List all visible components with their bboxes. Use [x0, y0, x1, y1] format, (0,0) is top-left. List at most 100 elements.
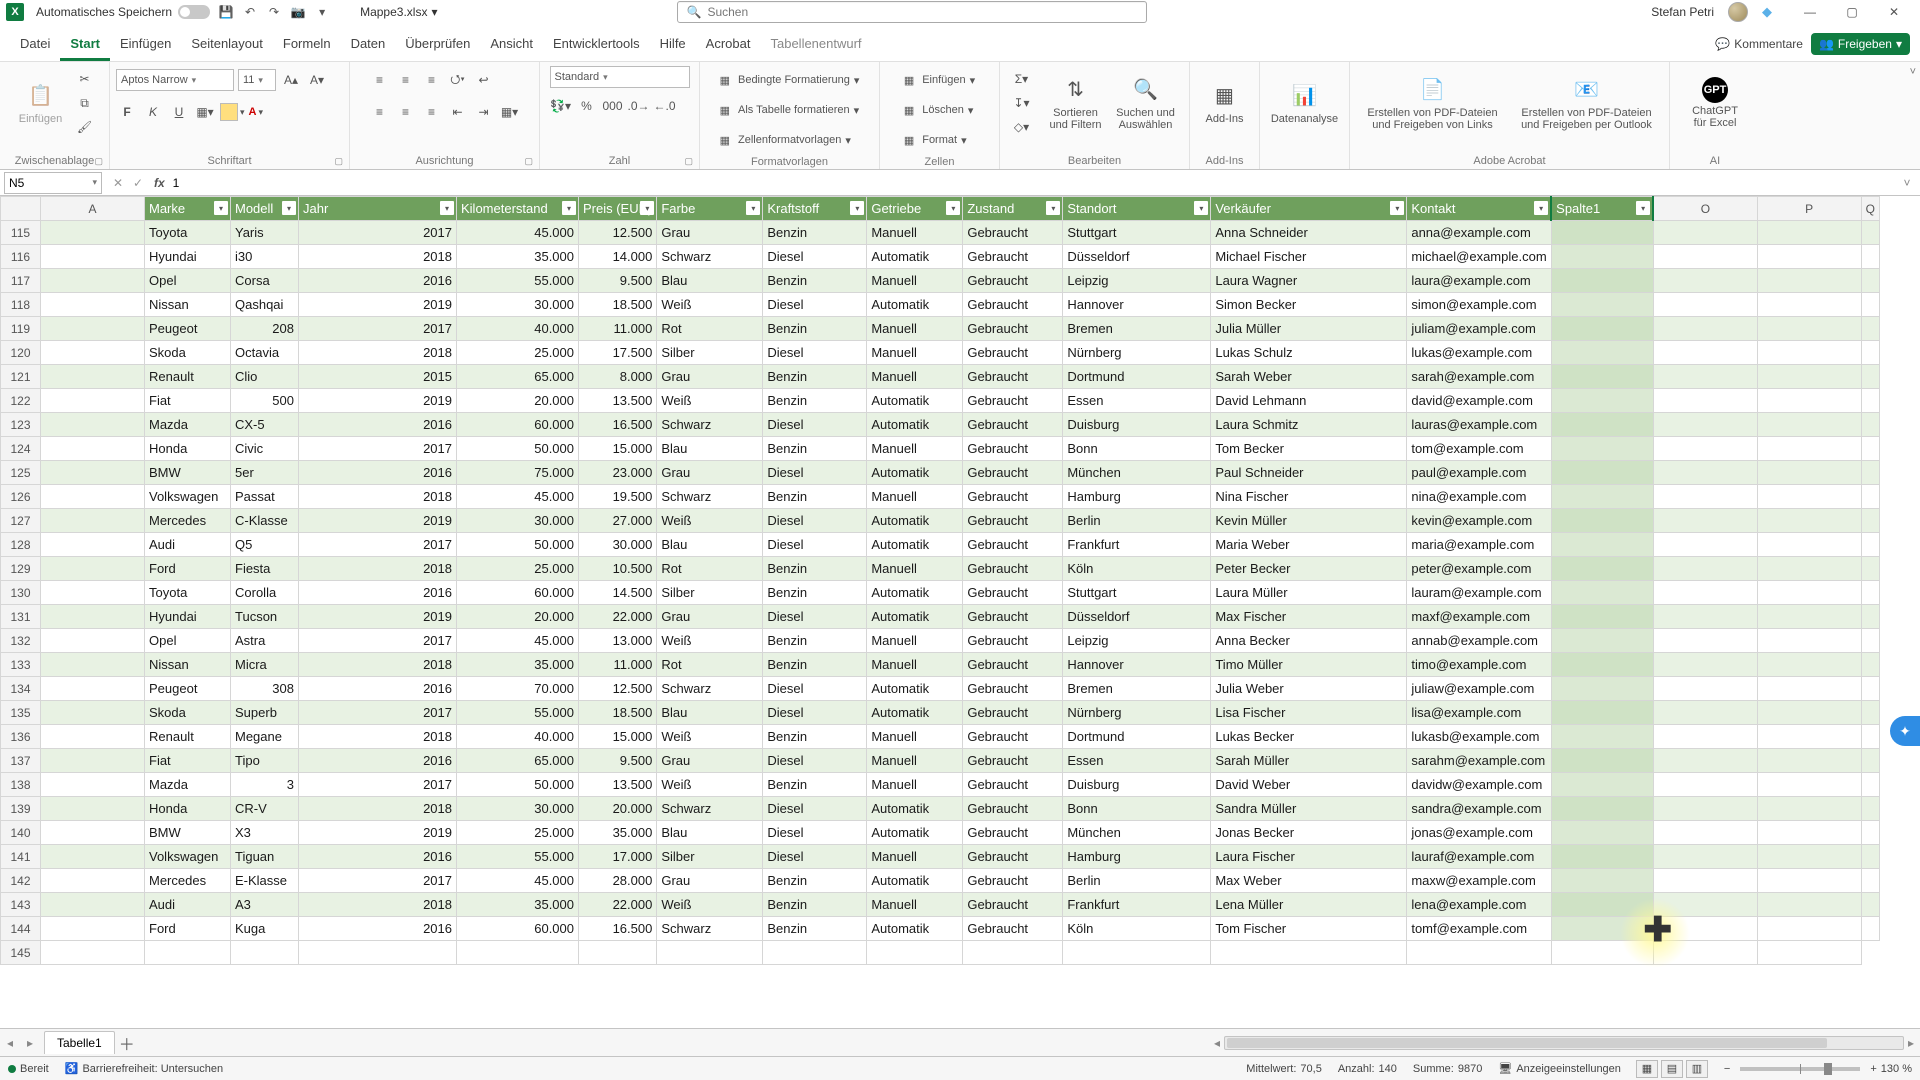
cell[interactable]: Blau	[657, 701, 763, 725]
filter-icon[interactable]: ▾	[1194, 201, 1208, 215]
cell[interactable]: Automatik	[867, 605, 963, 629]
cell[interactable]: 10.500	[579, 557, 657, 581]
cell[interactable]: Schwarz	[657, 413, 763, 437]
cell[interactable]: 23.000	[579, 461, 657, 485]
cell-selected[interactable]	[1551, 485, 1653, 509]
col-header-P[interactable]: P	[1757, 197, 1861, 221]
cell[interactable]: 2017	[299, 869, 457, 893]
cell-selected[interactable]	[1551, 581, 1653, 605]
cell[interactable]: Manuell	[867, 365, 963, 389]
cell[interactable]	[1861, 821, 1879, 845]
field-header[interactable]: Standort▾	[1063, 197, 1211, 221]
cell[interactable]: Gebraucht	[963, 509, 1063, 533]
cell[interactable]: Gebraucht	[963, 317, 1063, 341]
cell[interactable]: Automatik	[867, 677, 963, 701]
cell[interactable]: 308	[231, 677, 299, 701]
cell[interactable]: 208	[231, 317, 299, 341]
cell[interactable]	[41, 845, 145, 869]
row-header[interactable]: 137	[1, 749, 41, 773]
cell[interactable]: 2017	[299, 629, 457, 653]
cell[interactable]: BMW	[145, 461, 231, 485]
cell[interactable]: Max Fischer	[1211, 605, 1407, 629]
cell[interactable]	[41, 725, 145, 749]
cell[interactable]: 25.000	[457, 341, 579, 365]
cell[interactable]: Manuell	[867, 341, 963, 365]
tab-datei[interactable]: Datei	[10, 28, 60, 61]
field-header[interactable]: Farbe▾	[657, 197, 763, 221]
cell[interactable]: Grau	[657, 869, 763, 893]
name-box[interactable]: N5▾	[4, 172, 102, 194]
cell[interactable]	[1861, 845, 1879, 869]
collapse-ribbon-icon[interactable]: ˅	[1906, 62, 1920, 169]
cell[interactable]	[41, 653, 145, 677]
cell[interactable]	[1757, 245, 1861, 269]
cell[interactable]	[1757, 317, 1861, 341]
cell[interactable]	[41, 413, 145, 437]
cell[interactable]: Benzin	[763, 221, 867, 245]
sheet-nav-next[interactable]: ▸	[20, 1036, 40, 1050]
cell[interactable]: Rot	[657, 557, 763, 581]
cell[interactable]: Nissan	[145, 653, 231, 677]
cell[interactable]: Automatik	[867, 917, 963, 941]
cell[interactable]	[1653, 461, 1757, 485]
cell-selected[interactable]	[1551, 629, 1653, 653]
cell[interactable]	[1757, 581, 1861, 605]
cell[interactable]	[1757, 341, 1861, 365]
cell[interactable]: Schwarz	[657, 677, 763, 701]
cell[interactable]: Weiß	[657, 629, 763, 653]
cell[interactable]: München	[1063, 821, 1211, 845]
cell[interactable]: Benzin	[763, 773, 867, 797]
cell[interactable]: 2017	[299, 773, 457, 797]
cell[interactable]: 14.000	[579, 245, 657, 269]
dialog-launcher-icon[interactable]: ▢	[684, 156, 693, 167]
cell[interactable]: Weiß	[657, 509, 763, 533]
cell[interactable]	[41, 341, 145, 365]
cell[interactable]	[1653, 749, 1757, 773]
cell[interactable]: 45.000	[457, 485, 579, 509]
cell[interactable]: Kevin Müller	[1211, 509, 1407, 533]
cell[interactable]	[1861, 221, 1879, 245]
cell-selected[interactable]	[1551, 245, 1653, 269]
qat-dropdown-icon[interactable]: ▾	[314, 4, 330, 20]
cell[interactable]: Peter Becker	[1211, 557, 1407, 581]
page-break-view-icon[interactable]: ▥	[1686, 1060, 1708, 1078]
row-header[interactable]: 130	[1, 581, 41, 605]
indent-dec-icon[interactable]: ⇤	[447, 101, 469, 123]
cell[interactable]: Gebraucht	[963, 485, 1063, 509]
redo-icon[interactable]: ↷	[266, 4, 282, 20]
sheet-nav-prev[interactable]: ◂	[0, 1036, 20, 1050]
cell[interactable]: Benzin	[763, 653, 867, 677]
row-header[interactable]: 135	[1, 701, 41, 725]
cell[interactable]	[1757, 845, 1861, 869]
cell[interactable]: Lukas Schulz	[1211, 341, 1407, 365]
cell[interactable]: Manuell	[867, 269, 963, 293]
cell[interactable]: Anna Becker	[1211, 629, 1407, 653]
cell[interactable]: 25.000	[457, 821, 579, 845]
cell[interactable]: michael@example.com	[1407, 245, 1551, 269]
cell[interactable]	[41, 389, 145, 413]
tab-entwicklertools[interactable]: Entwicklertools	[543, 28, 650, 61]
cell[interactable]	[1757, 893, 1861, 917]
cell[interactable]: 20.000	[457, 605, 579, 629]
cell[interactable]: David Weber	[1211, 773, 1407, 797]
field-header[interactable]: Preis (EUR)▾	[579, 197, 657, 221]
cell[interactable]: lauraf@example.com	[1407, 845, 1551, 869]
cell[interactable]: Automatik	[867, 245, 963, 269]
cell[interactable]	[1861, 869, 1879, 893]
cell[interactable]: Automatik	[867, 509, 963, 533]
cell[interactable]	[1757, 701, 1861, 725]
cell[interactable]: 5er	[231, 461, 299, 485]
cell[interactable]: 65.000	[457, 365, 579, 389]
cell[interactable]: 2016	[299, 269, 457, 293]
cell[interactable]: Nina Fischer	[1211, 485, 1407, 509]
fill-color-button[interactable]: ▾	[220, 103, 245, 121]
borders-icon[interactable]: ▦▾	[194, 101, 216, 123]
cell[interactable]: Max Weber	[1211, 869, 1407, 893]
cell[interactable]: Timo Müller	[1211, 653, 1407, 677]
cell[interactable]	[867, 941, 963, 965]
cell[interactable]: Grau	[657, 461, 763, 485]
col-header-Q[interactable]: Q	[1861, 197, 1879, 221]
cell[interactable]: Automatik	[867, 413, 963, 437]
row-header[interactable]: 126	[1, 485, 41, 509]
cell[interactable]: 2016	[299, 917, 457, 941]
